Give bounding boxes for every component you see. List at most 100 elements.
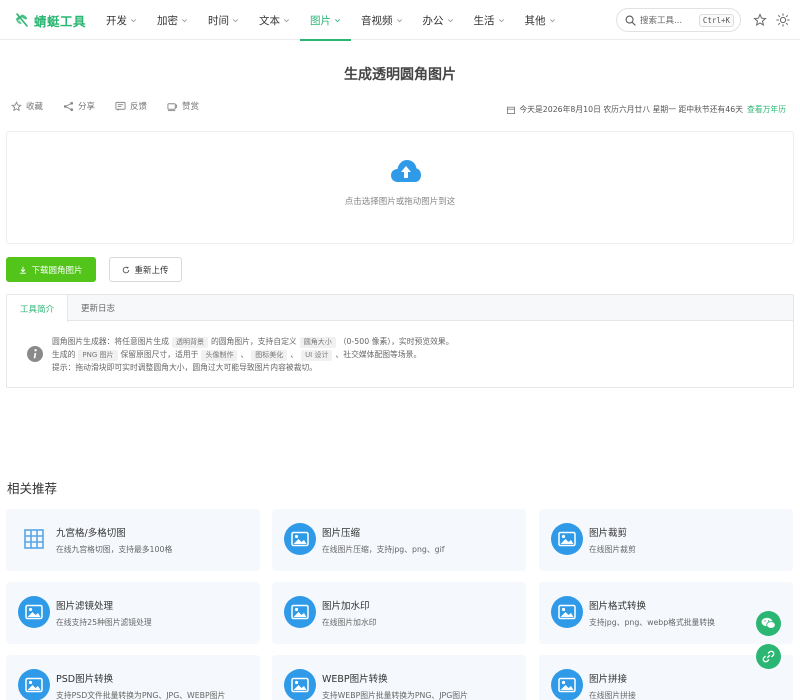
card-description: 在线图片裁剪 bbox=[589, 545, 636, 554]
nav-item[interactable]: 图片 bbox=[300, 0, 351, 41]
intro-line-2: 生成的 PNG 图片 保留原图尺寸，适用于 头像制作、图标美化、 UI 设计 、社交媒体配… bbox=[52, 348, 454, 361]
link-float-button[interactable] bbox=[756, 644, 781, 669]
nav-item[interactable]: 办公 bbox=[413, 0, 464, 40]
card-description: 在线图片加水印 bbox=[322, 618, 377, 627]
nav-item-label: 其他 bbox=[524, 14, 546, 27]
coffee-cup-icon bbox=[167, 102, 178, 111]
upload-dropzone[interactable]: 点击选择图片或拖动图片到这 bbox=[6, 131, 794, 244]
nav-item[interactable]: 时间 bbox=[198, 0, 249, 40]
tab-intro[interactable]: 工具简介 bbox=[7, 295, 69, 322]
image-icon bbox=[551, 669, 583, 700]
calendar-link[interactable]: 查看万年历 bbox=[747, 104, 786, 115]
tab-bar: 工具简介 更新日志 bbox=[7, 295, 793, 322]
nav-item-label: 图片 bbox=[310, 14, 331, 27]
nav-item-label: 音视频 bbox=[361, 14, 393, 27]
tab-changelog[interactable]: 更新日志 bbox=[68, 295, 128, 321]
nav-item[interactable]: 音视频 bbox=[351, 0, 413, 40]
nav-item[interactable]: 文本 bbox=[249, 0, 300, 40]
image-icon bbox=[551, 523, 583, 555]
intro-text: 生成的 bbox=[52, 350, 76, 359]
logo-text: 蜻蜓工具 bbox=[34, 13, 87, 29]
card-description: 支持jpg、png、webp格式批量转换 bbox=[589, 618, 715, 627]
card-title: WEBP图片转换 bbox=[322, 674, 388, 685]
logo[interactable]: 蜻蜓工具 bbox=[14, 10, 86, 30]
tool-intro-text: 圆角图片生成器：将任意图片生成 透明背景 的圆角图片，支持自定义 圆角大小 （0-500… bbox=[52, 335, 454, 374]
chevron-down-icon bbox=[182, 18, 187, 22]
date-text: 今天是2026年8月10日 农历六月廿八 星期一 距中秋节还有46天 bbox=[519, 105, 744, 114]
related-tool-card[interactable]: 图片滤镜处理 在线支持25种图片滤镜处理 bbox=[6, 582, 260, 644]
favorite-label: 收藏 bbox=[26, 102, 44, 112]
related-tool-card[interactable]: 图片裁剪在线图片裁剪 bbox=[539, 509, 793, 571]
related-tool-card[interactable]: 图片格式转换支持jpg、png、webp格式批量转换 bbox=[539, 582, 793, 644]
chevron-down-icon bbox=[396, 18, 402, 22]
nav-item[interactable]: 加密 bbox=[147, 0, 198, 40]
nav-item[interactable]: 开发 bbox=[96, 0, 147, 40]
image-icon bbox=[284, 596, 316, 628]
reupload-label: 重新上传 bbox=[134, 265, 169, 276]
related-tool-card[interactable]: 图片拼接 在线图片拼接 bbox=[539, 655, 793, 700]
wechat-icon bbox=[761, 617, 776, 629]
date-info: 今天是2026年8月10日 农历六月廿八 星期一 距中秋节还有46天 查看万年历 bbox=[507, 104, 786, 115]
card-description: 在线图片压缩，支持jpg、png、gif bbox=[322, 545, 445, 554]
card-title: 图片裁剪 bbox=[589, 528, 628, 539]
feedback-icon bbox=[115, 101, 126, 111]
nav-item[interactable]: 其他 bbox=[515, 0, 566, 40]
related-tool-card[interactable]: 图片压缩 在线图片压缩，支持jpg、png、gif bbox=[272, 509, 526, 571]
nav-item-label: 文本 bbox=[259, 14, 280, 27]
intro-text: 、社交媒体配图等场景。 bbox=[335, 350, 422, 359]
search-input[interactable]: 搜索工具... Ctrl+K bbox=[616, 8, 741, 32]
donate-button[interactable]: 赞赏 bbox=[167, 100, 199, 112]
share-icon bbox=[63, 101, 74, 111]
favorite-button[interactable]: 收藏 bbox=[11, 100, 43, 112]
chevron-down-icon bbox=[284, 18, 289, 22]
intro-line-1: 圆角图片生成器：将任意图片生成 透明背景 的圆角图片，支持自定义 圆角大小 （0-500… bbox=[52, 335, 454, 348]
chevron-down-icon bbox=[233, 18, 238, 22]
intro-line-3: 提示：拖动滑块即可实时调整圆角大小，圆角过大可能导致图片内容被裁切。 bbox=[52, 363, 318, 372]
card-title: 图片格式转换 bbox=[589, 601, 647, 612]
dragonfly-logo-icon bbox=[15, 13, 28, 27]
tag-avatar: 头像制作 bbox=[201, 350, 238, 361]
card-title: 图片拼接 bbox=[589, 674, 628, 685]
tag-transparent-bg: 透明背景 bbox=[171, 337, 208, 348]
nav-item[interactable]: 生活 bbox=[464, 0, 515, 40]
related-tool-card[interactable]: WEBP图片转换 支持WEBP图片批量转换为PNG、JPG图片 bbox=[272, 655, 526, 700]
related-tool-card[interactable]: PSD图片转换 支持PSD文件批量转换为PNG、JPG、WEBP图片 bbox=[6, 655, 260, 700]
nav-item-label: 办公 bbox=[422, 14, 444, 27]
top-navbar: 蜻蜓工具 开发 加密 时间 文本 图片 音视频 办公 生活 其他 搜索工具... Ctrl+K bbox=[0, 0, 800, 41]
chevron-down-icon bbox=[498, 18, 504, 22]
theme-sun-icon[interactable] bbox=[776, 13, 790, 27]
download-icon bbox=[20, 266, 27, 274]
intro-text: 保留原图尺寸，适用于 bbox=[120, 350, 199, 359]
card-title: 九宫格/多格切图 bbox=[56, 528, 126, 539]
info-icon bbox=[27, 346, 43, 362]
reupload-button[interactable]: 重新上传 bbox=[109, 257, 182, 282]
page-toolbar: 收藏 分享 反馈 赞赏 bbox=[11, 100, 199, 112]
grid-icon bbox=[24, 529, 44, 549]
feedback-button[interactable]: 反馈 bbox=[115, 100, 147, 112]
search-shortcut-badge: Ctrl+K bbox=[698, 13, 734, 27]
info-tabs-panel: 工具简介 更新日志 圆角图片生成器：将任意图片生成 透明背景 的圆角图片，支持自定义… bbox=[6, 294, 794, 388]
wechat-float-button[interactable] bbox=[756, 611, 781, 636]
nav-item-label: 时间 bbox=[208, 14, 229, 27]
search-icon bbox=[625, 15, 636, 26]
card-description: 在线九宫格切图，支持最多100格 bbox=[56, 545, 173, 554]
related-tool-card[interactable]: 图片加水印在线图片加水印 bbox=[272, 582, 526, 644]
image-icon bbox=[18, 669, 50, 700]
card-title: 图片加水印 bbox=[322, 601, 370, 612]
tag-icon-beautify: 图标美化 bbox=[251, 350, 288, 361]
related-tool-card[interactable]: 九宫格/多格切图在线九宫格切图，支持最多100格 bbox=[6, 509, 260, 571]
image-icon bbox=[551, 596, 583, 628]
intro-text: （0-500 像素），实时预览效果。 bbox=[338, 337, 454, 346]
main-nav: 开发 加密 时间 文本 图片 音视频 办公 生活 其他 bbox=[96, 0, 566, 41]
nav-item-label: 开发 bbox=[106, 14, 127, 27]
feedback-label: 反馈 bbox=[130, 102, 148, 112]
image-icon bbox=[284, 523, 316, 555]
chevron-down-icon bbox=[549, 18, 555, 22]
card-title: PSD图片转换 bbox=[56, 674, 114, 685]
star-icon[interactable] bbox=[753, 13, 767, 27]
nav-item-label: 生活 bbox=[473, 14, 495, 27]
share-button[interactable]: 分享 bbox=[63, 100, 95, 112]
download-button[interactable]: 下载圆角图片 bbox=[6, 257, 96, 282]
link-icon bbox=[762, 650, 775, 663]
search-placeholder: 搜索工具... bbox=[640, 16, 683, 26]
